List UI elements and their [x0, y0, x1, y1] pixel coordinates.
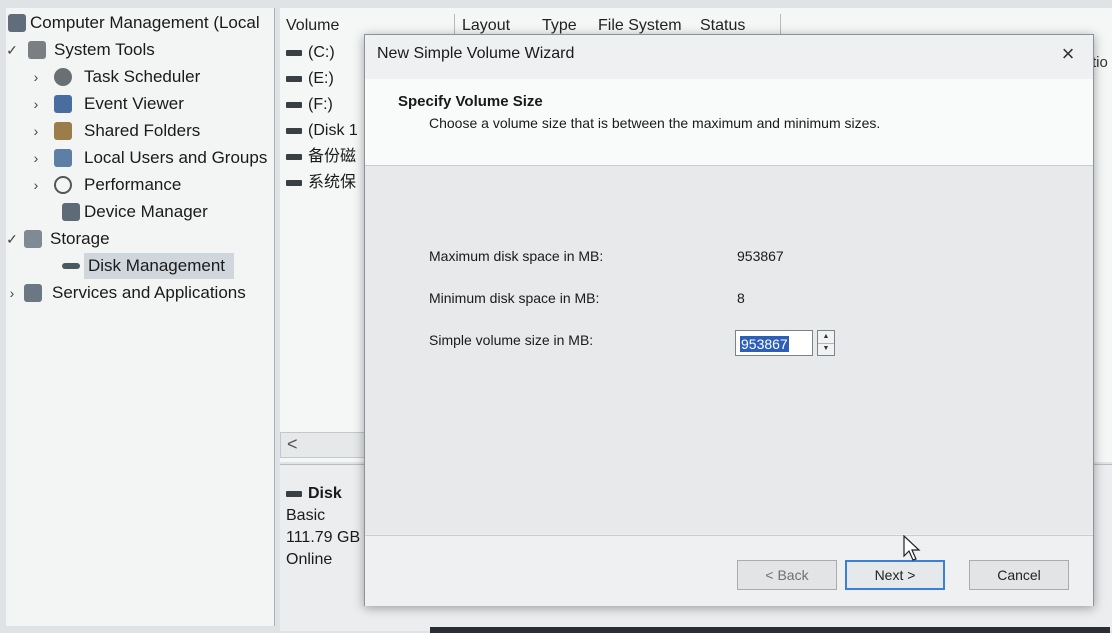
- tree-item-label: System Tools: [54, 40, 155, 59]
- users-icon: [54, 149, 72, 167]
- wizard-body: Maximum disk space in MB: 953867 Minimum…: [365, 166, 1093, 534]
- tools-icon: [28, 41, 46, 59]
- min-space-value: 8: [737, 290, 745, 306]
- tree-item-label: Device Manager: [84, 202, 208, 221]
- console-tree: Computer Management (Local ✓ System Tool…: [6, 8, 275, 626]
- volume-name: (E:): [308, 70, 334, 87]
- disk-title: Disk: [308, 485, 342, 502]
- services-icon: [24, 284, 42, 302]
- chevron-right-icon[interactable]: ›: [30, 172, 42, 198]
- volume-row[interactable]: 系统保: [286, 172, 356, 194]
- disk-status: Online: [286, 551, 333, 568]
- chevron-right-icon[interactable]: ›: [30, 64, 42, 90]
- device-manager-icon: [62, 203, 80, 221]
- back-button[interactable]: < Back: [737, 560, 837, 590]
- next-button[interactable]: Next >: [845, 560, 945, 590]
- volume-size-input[interactable]: 953867: [735, 330, 813, 356]
- tree-item-label: Disk Management: [84, 253, 234, 279]
- tree-item-label: Task Scheduler: [84, 67, 201, 86]
- tree-item-label: Storage: [50, 229, 110, 248]
- volume-row[interactable]: (F:): [286, 94, 333, 116]
- max-space-value: 953867: [737, 248, 784, 264]
- volume-name: 系统保: [308, 174, 357, 191]
- volume-name: (Disk 1: [308, 122, 358, 139]
- wizard-footer: < Back Next > Cancel: [365, 535, 1093, 606]
- volume-name: 备份磁: [308, 148, 357, 165]
- horizontal-scrollbar[interactable]: <: [280, 432, 372, 458]
- chevron-right-icon[interactable]: ›: [6, 280, 18, 306]
- wizard-heading: Specify Volume Size: [398, 93, 543, 110]
- dialog-title: New Simple Volume Wizard: [377, 45, 575, 62]
- wizard-header: Specify Volume Size Choose a volume size…: [365, 79, 1093, 166]
- storage-icon: [24, 230, 42, 248]
- tree-item-label: Event Viewer: [84, 94, 184, 113]
- min-space-label: Minimum disk space in MB:: [429, 290, 600, 306]
- chevron-right-icon[interactable]: ›: [30, 145, 42, 171]
- close-icon[interactable]: ×: [1055, 41, 1081, 67]
- tree-item-label: Shared Folders: [84, 121, 201, 140]
- mouse-pointer-icon: [903, 535, 921, 561]
- disk-management-icon: [62, 263, 80, 269]
- volume-icon: [286, 101, 302, 108]
- tree-item-label: Local Users and Groups: [84, 148, 268, 167]
- performance-icon: [54, 176, 72, 194]
- volume-row[interactable]: (Disk 1: [286, 120, 358, 142]
- disk-icon: [286, 490, 302, 497]
- volume-icon: [286, 49, 302, 56]
- volume-row[interactable]: (E:): [286, 68, 334, 90]
- volume-name: (C:): [308, 44, 335, 61]
- computer-management-icon: [8, 14, 26, 32]
- volume-icon: [286, 75, 302, 82]
- volume-icon: [286, 153, 302, 160]
- expanded-arrow-icon[interactable]: ✓: [6, 226, 18, 252]
- clock-icon: [54, 68, 72, 86]
- shared-folder-icon: [54, 122, 72, 140]
- disk-size: 111.79 GB: [286, 529, 361, 546]
- tree-root-label: Computer Management (Local: [30, 13, 260, 32]
- expanded-arrow-icon[interactable]: ✓: [6, 37, 18, 63]
- cancel-button[interactable]: Cancel: [969, 560, 1069, 590]
- volume-name: (F:): [308, 96, 333, 113]
- chevron-right-icon[interactable]: ›: [30, 118, 42, 144]
- column-overflow-text: tio: [1092, 54, 1108, 71]
- disk-type: Basic: [286, 507, 326, 524]
- spin-down-icon[interactable]: ▼: [818, 343, 834, 355]
- wizard-subheading: Choose a volume size that is between the…: [429, 115, 881, 131]
- volume-row[interactable]: 备份磁: [286, 146, 356, 168]
- new-simple-volume-wizard: New Simple Volume Wizard × Specify Volum…: [364, 34, 1094, 606]
- max-space-label: Maximum disk space in MB:: [429, 248, 604, 264]
- event-viewer-icon: [54, 95, 72, 113]
- volume-icon: [286, 179, 302, 186]
- chevron-right-icon[interactable]: ›: [30, 91, 42, 117]
- volume-size-label: Simple volume size in MB:: [429, 332, 594, 348]
- volume-size-spinner[interactable]: ▲ ▼: [817, 330, 835, 356]
- scroll-left-button[interactable]: <: [287, 434, 298, 455]
- volume-row[interactable]: (C:): [286, 42, 335, 64]
- tree-item-label: Performance: [84, 175, 182, 194]
- volume-icon: [286, 127, 302, 134]
- tree-item-label: Services and Applications: [52, 283, 246, 302]
- disk-info[interactable]: Disk Basic 111.79 GB Online: [286, 483, 360, 571]
- partition-bar: [430, 627, 1110, 633]
- volume-size-value: 953867: [740, 336, 789, 352]
